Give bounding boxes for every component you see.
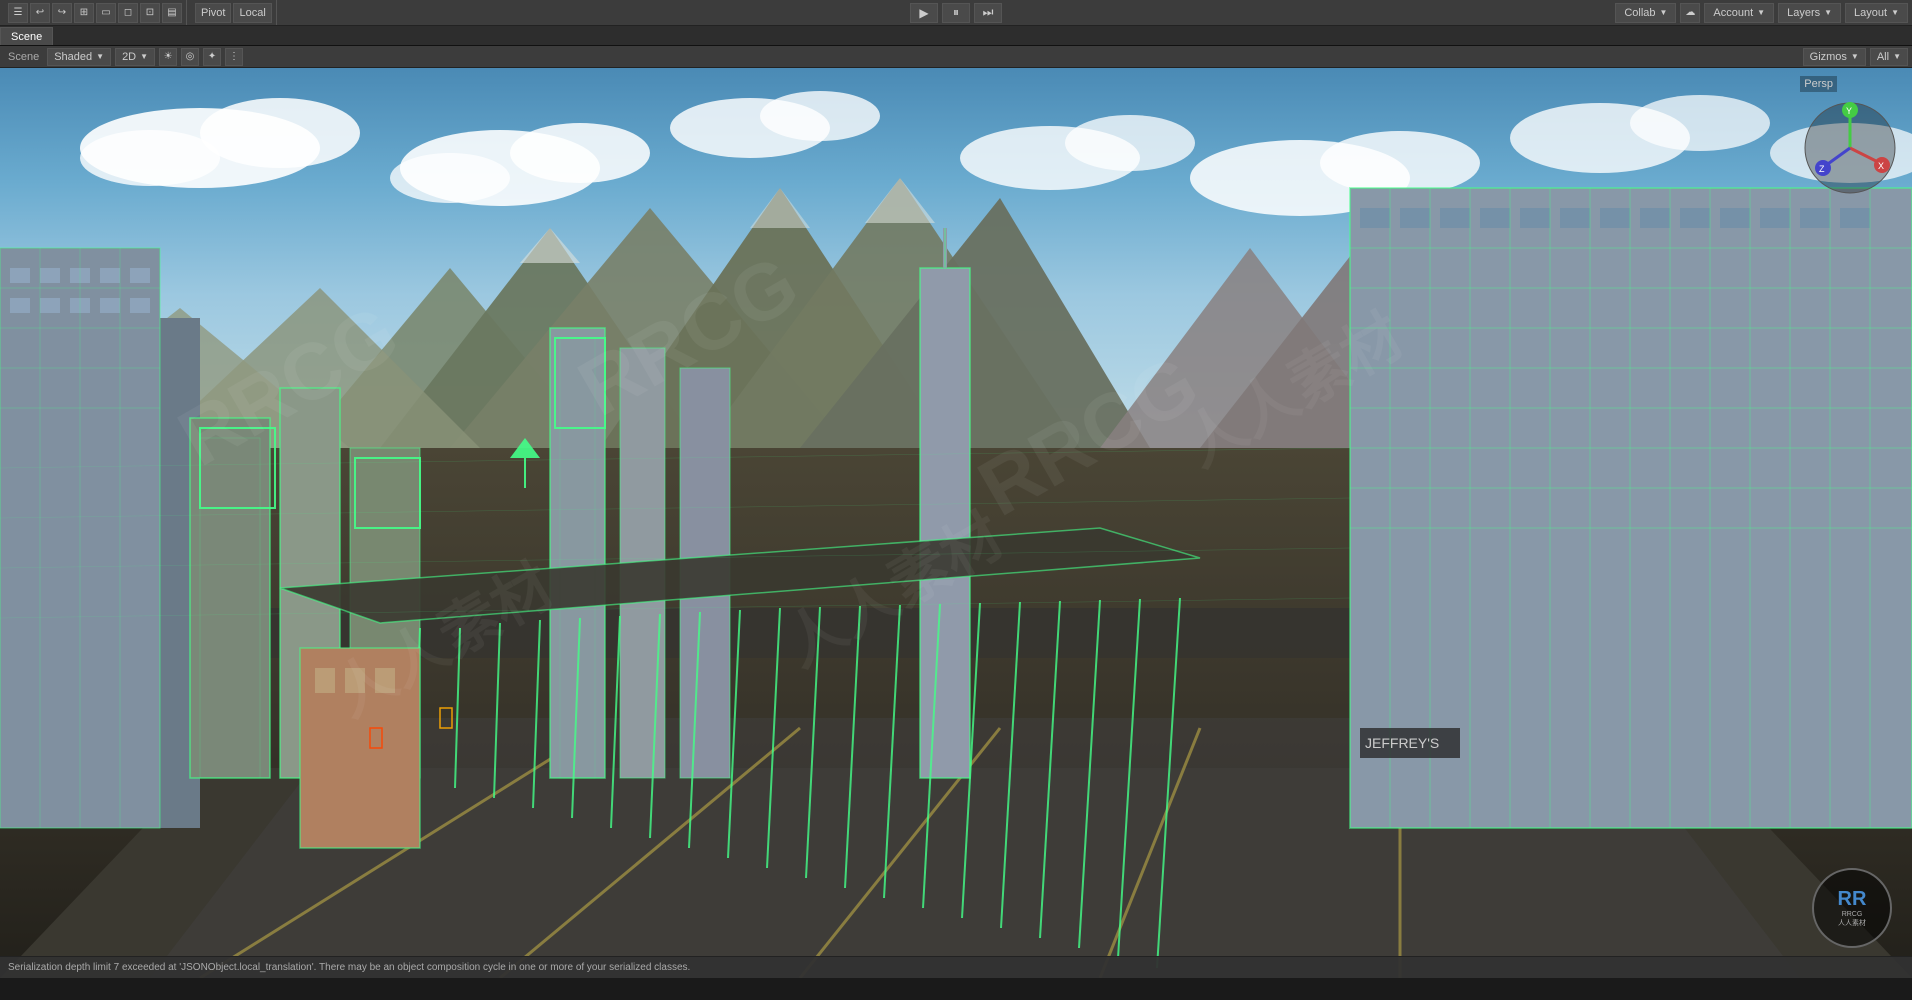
layout-dropdown[interactable]: Layout ▼ [1845,3,1908,23]
all-dropdown[interactable]: All ▼ [1870,48,1908,66]
menu-icon-btn[interactable]: ☰ [8,3,28,23]
toolbar-group-pivot: Pivot Local [191,0,277,25]
scene-extras-btn[interactable]: ⋮ [225,48,243,66]
toolbar-group-icons: ☰ ↩ ↪ ⊞ ▭ ◻ ⊡ ▤ [4,0,187,25]
scene-view[interactable]: JEFFREY'S Y X Z RRCG RRCG RRCG 人人素材 人人素材… [0,68,1912,978]
grid-icon-btn[interactable]: ⊞ [74,3,94,23]
scene-window-label: Scene [4,51,43,63]
tab-bar: Scene [0,26,1912,46]
lighting-btn[interactable]: ☀ [159,48,177,66]
pivot-btn[interactable]: Pivot [195,3,231,23]
rrcg-logo-badge: RR RRCG 人人素材 [1812,868,1892,948]
gizmos-dropdown[interactable]: Gizmos ▼ [1803,48,1866,66]
play-controls: ▶ ⏸ ⏭ [910,3,1002,23]
undo-icon-btn[interactable]: ↩ [30,3,50,23]
collab-dropdown-arrow: ▼ [1660,8,1668,17]
redo-icon-btn[interactable]: ↪ [52,3,72,23]
tab-scene[interactable]: Scene [0,27,53,45]
persp-label: Persp [1800,76,1837,92]
scene-svg: JEFFREY'S Y X Z RRCG RRCG RRCG 人人素材 人人素材… [0,68,1912,978]
layout-dropdown-arrow: ▼ [1891,8,1899,17]
scene-toolbar: Scene Shaded ▼ 2D ▼ ☀ ◎ ✦ ⋮ Gizmos ▼ All… [0,46,1912,68]
local-btn[interactable]: Local [233,3,271,23]
cloud-icon-btn[interactable]: ☁ [1680,3,1700,23]
rect-icon-btn[interactable]: ▭ [96,3,116,23]
svg-text:X: X [1878,161,1884,171]
status-bar: Serialization depth limit 7 exceeded at … [0,956,1912,978]
layers-icon-btn[interactable]: ▤ [162,3,182,23]
status-message: Serialization depth limit 7 exceeded at … [8,962,690,973]
gizmos-area: Gizmos ▼ All ▼ [1803,48,1908,66]
top-toolbar: ☰ ↩ ↪ ⊞ ▭ ◻ ⊡ ▤ Pivot Local ▶ ⏸ ⏭ Collab… [0,0,1912,26]
dim-dropdown[interactable]: 2D ▼ [115,48,155,66]
shading-dropdown[interactable]: Shaded ▼ [47,48,111,66]
account-dropdown[interactable]: Account ▼ [1704,3,1774,23]
layers-dropdown[interactable]: Layers ▼ [1778,3,1841,23]
svg-text:JEFFREY'S: JEFFREY'S [1365,735,1439,751]
play-button[interactable]: ▶ [910,3,938,23]
cross-icon-btn[interactable]: ⊡ [140,3,160,23]
right-controls: Collab ▼ ☁ Account ▼ Layers ▼ Layout ▼ [1615,3,1908,23]
layers-dropdown-arrow: ▼ [1824,8,1832,17]
step-button[interactable]: ⏭ [974,3,1002,23]
collab-dropdown[interactable]: Collab ▼ [1615,3,1676,23]
account-dropdown-arrow: ▼ [1757,8,1765,17]
skybox-btn[interactable]: ◎ [181,48,199,66]
box-icon-btn[interactable]: ◻ [118,3,138,23]
fx-btn[interactable]: ✦ [203,48,221,66]
pause-button[interactable]: ⏸ [942,3,970,23]
svg-text:Z: Z [1819,164,1825,174]
svg-text:Y: Y [1846,106,1852,116]
